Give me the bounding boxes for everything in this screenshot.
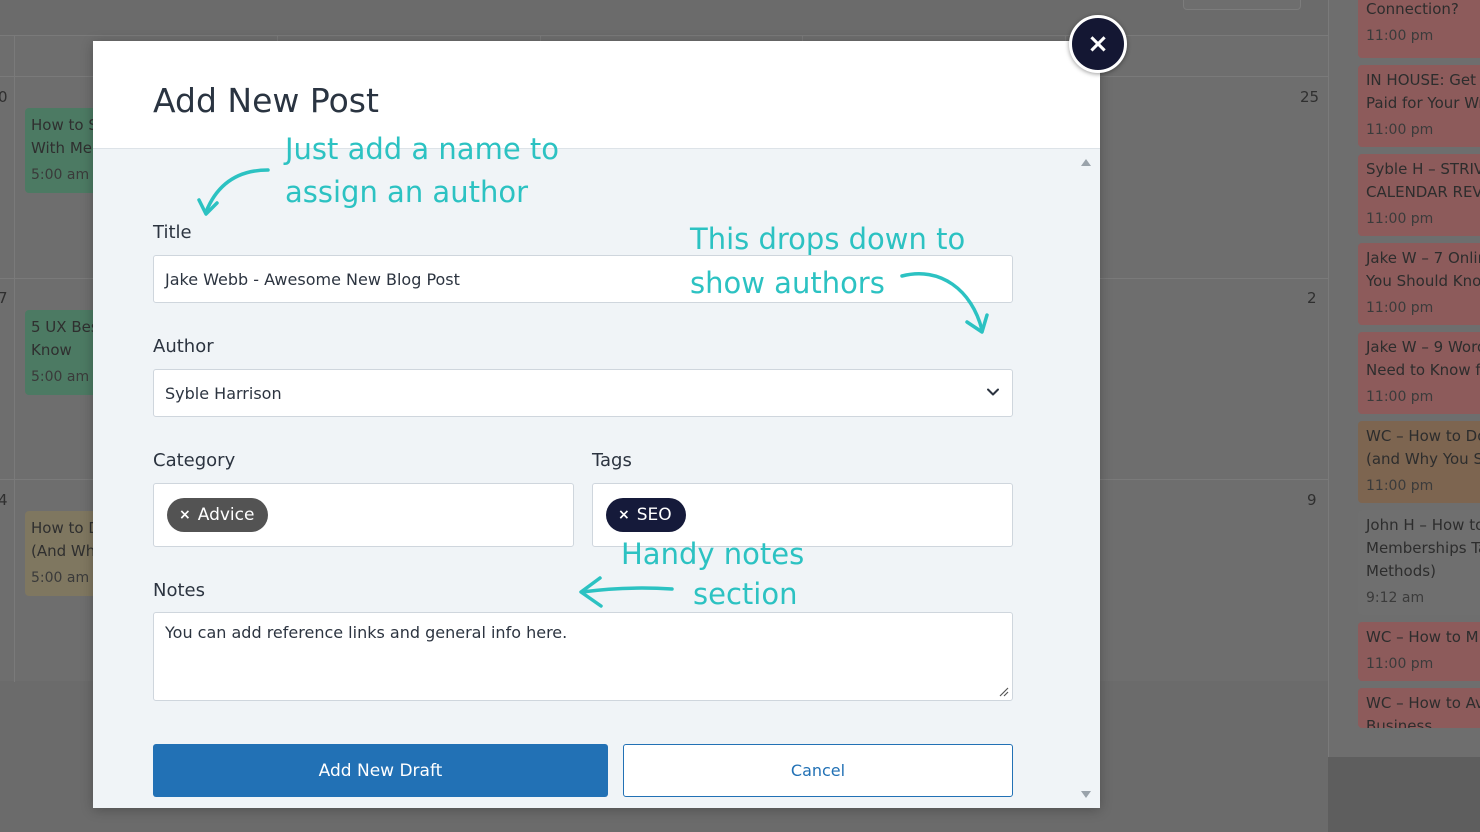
card-title: Paid for Your Wr	[1366, 94, 1480, 112]
event-title: 5 UX Bes	[31, 318, 99, 336]
notes-textarea[interactable]: You can add reference links and general …	[153, 612, 1013, 701]
tag-chip: × SEO	[606, 498, 686, 532]
cancel-button[interactable]: Cancel	[623, 744, 1013, 797]
author-select-value: Syble Harrison	[165, 384, 282, 403]
sidebar-post-card[interactable]: WC – How to Do (and Why You S 11:00 pm	[1358, 421, 1480, 503]
annotation-line: assign an author	[285, 175, 528, 209]
close-icon: ×	[1087, 29, 1109, 59]
add-new-draft-button[interactable]: Add New Draft	[153, 744, 608, 797]
add-post-modal: Add New Post Title Jake Webb - Awesome N…	[93, 41, 1100, 808]
card-title: John H – How to	[1366, 516, 1480, 534]
card-time: 11:00 pm	[1366, 389, 1434, 405]
card-title: Methods)	[1366, 562, 1436, 580]
day-number: 0	[0, 88, 8, 106]
annotation-notes-note: Handy notes section	[621, 534, 804, 614]
sidebar-post-card[interactable]: Syble H – STRIV CALENDAR REV 11:00 pm	[1358, 154, 1480, 236]
calendar-top-button[interactable]	[1183, 0, 1301, 10]
card-title: Syble H – STRIV	[1366, 160, 1480, 178]
sidebar-post-card[interactable]: WC – How to Av Business	[1358, 688, 1480, 728]
day-number: 7	[0, 289, 8, 307]
sidebar-post-card[interactable]: IN HOUSE: Get P Paid for Your Wr 11:00 p…	[1358, 65, 1480, 147]
annotation-line: This drops down to	[690, 222, 966, 256]
card-title: WC – How to Av	[1366, 694, 1480, 712]
event-time: 5:00 am	[31, 369, 90, 385]
card-time: 11:00 pm	[1366, 478, 1434, 494]
card-title: Jake W – 7 Onlin	[1366, 249, 1480, 267]
title-label: Title	[153, 222, 192, 243]
notes-label: Notes	[153, 580, 205, 601]
category-input[interactable]: × Advice	[153, 483, 574, 547]
card-title: Jake W – 9 Word	[1366, 338, 1480, 356]
day-number: 25	[1300, 88, 1320, 106]
notes-textarea-value: You can add reference links and general …	[165, 623, 568, 642]
unscheduled-sidebar: Connection? 11:00 pm IN HOUSE: Get P Pai…	[1328, 0, 1480, 757]
card-time: 9:12 am	[1366, 590, 1425, 606]
tag-chip-label: SEO	[636, 505, 672, 525]
event-title: (And Wh	[31, 542, 96, 560]
category-chip-label: Advice	[197, 505, 255, 525]
sidebar-post-card[interactable]: John H – How to Memberships Ta Methods) …	[1358, 510, 1480, 615]
remove-chip-icon[interactable]: ×	[179, 507, 191, 523]
annotation-author-note: This drops down to show authors	[690, 217, 965, 305]
event-title: How to S	[31, 116, 98, 134]
card-title: WC – How to Do	[1366, 427, 1480, 445]
event-title: With Me	[31, 139, 92, 157]
event-time: 5:00 am	[31, 167, 90, 183]
chevron-down-icon[interactable]	[986, 385, 1000, 399]
card-title: Business	[1366, 717, 1433, 728]
modal-header: Add New Post	[93, 41, 1100, 149]
resize-handle-icon[interactable]	[997, 685, 1009, 697]
card-title: (and Why You S	[1366, 450, 1480, 468]
remove-chip-icon[interactable]: ×	[618, 507, 630, 523]
sidebar-post-card[interactable]: WC – How to M 11:00 pm	[1358, 622, 1480, 681]
card-title: Connection?	[1366, 0, 1459, 18]
card-title: WC – How to M	[1366, 628, 1479, 646]
tags-label: Tags	[592, 450, 632, 471]
close-modal-button[interactable]: ×	[1069, 15, 1127, 73]
sidebar-post-card[interactable]: Connection? 11:00 pm	[1358, 0, 1480, 58]
scroll-down-icon[interactable]	[1081, 791, 1091, 798]
annotation-line: Just add a name to	[285, 132, 559, 166]
scroll-up-icon[interactable]	[1081, 159, 1091, 166]
card-time: 11:00 pm	[1366, 28, 1434, 44]
event-time: 5:00 am	[31, 570, 90, 586]
annotation-line: show authors	[690, 266, 885, 300]
title-input-value: Jake Webb - Awesome New Blog Post	[165, 270, 460, 289]
card-time: 11:00 pm	[1366, 656, 1434, 672]
card-time: 11:00 pm	[1366, 122, 1434, 138]
category-chip: × Advice	[167, 498, 269, 532]
event-title: How to D	[31, 519, 100, 537]
sidebar-post-card[interactable]: Jake W – 9 Word Need to Know fo 11:00 pm	[1358, 332, 1480, 414]
modal-title: Add New Post	[153, 81, 379, 120]
card-title: Need to Know fo	[1366, 361, 1480, 379]
category-label: Category	[153, 450, 236, 471]
day-number: 4	[0, 491, 8, 509]
day-number: 2	[1307, 289, 1317, 307]
card-time: 11:00 pm	[1366, 300, 1434, 316]
modal-scrollbar[interactable]	[1072, 149, 1100, 808]
author-select[interactable]: Syble Harrison	[153, 369, 1013, 417]
card-title: CALENDAR REV	[1366, 183, 1480, 201]
card-title: Memberships Ta	[1366, 539, 1480, 557]
author-label: Author	[153, 336, 214, 357]
sidebar-post-card[interactable]: Jake W – 7 Onlin You Should Kno 11:00 pm	[1358, 243, 1480, 325]
grid-line	[14, 36, 15, 682]
annotation-line: section	[693, 577, 798, 611]
annotation-title-note: Just add a name to assign an author	[285, 128, 559, 214]
card-title: IN HOUSE: Get P	[1366, 71, 1480, 89]
card-time: 11:00 pm	[1366, 211, 1434, 227]
card-title: You Should Kno	[1366, 272, 1480, 290]
event-title: Know	[31, 341, 72, 359]
annotation-line: Handy notes	[621, 537, 805, 571]
day-number: 9	[1307, 491, 1317, 509]
